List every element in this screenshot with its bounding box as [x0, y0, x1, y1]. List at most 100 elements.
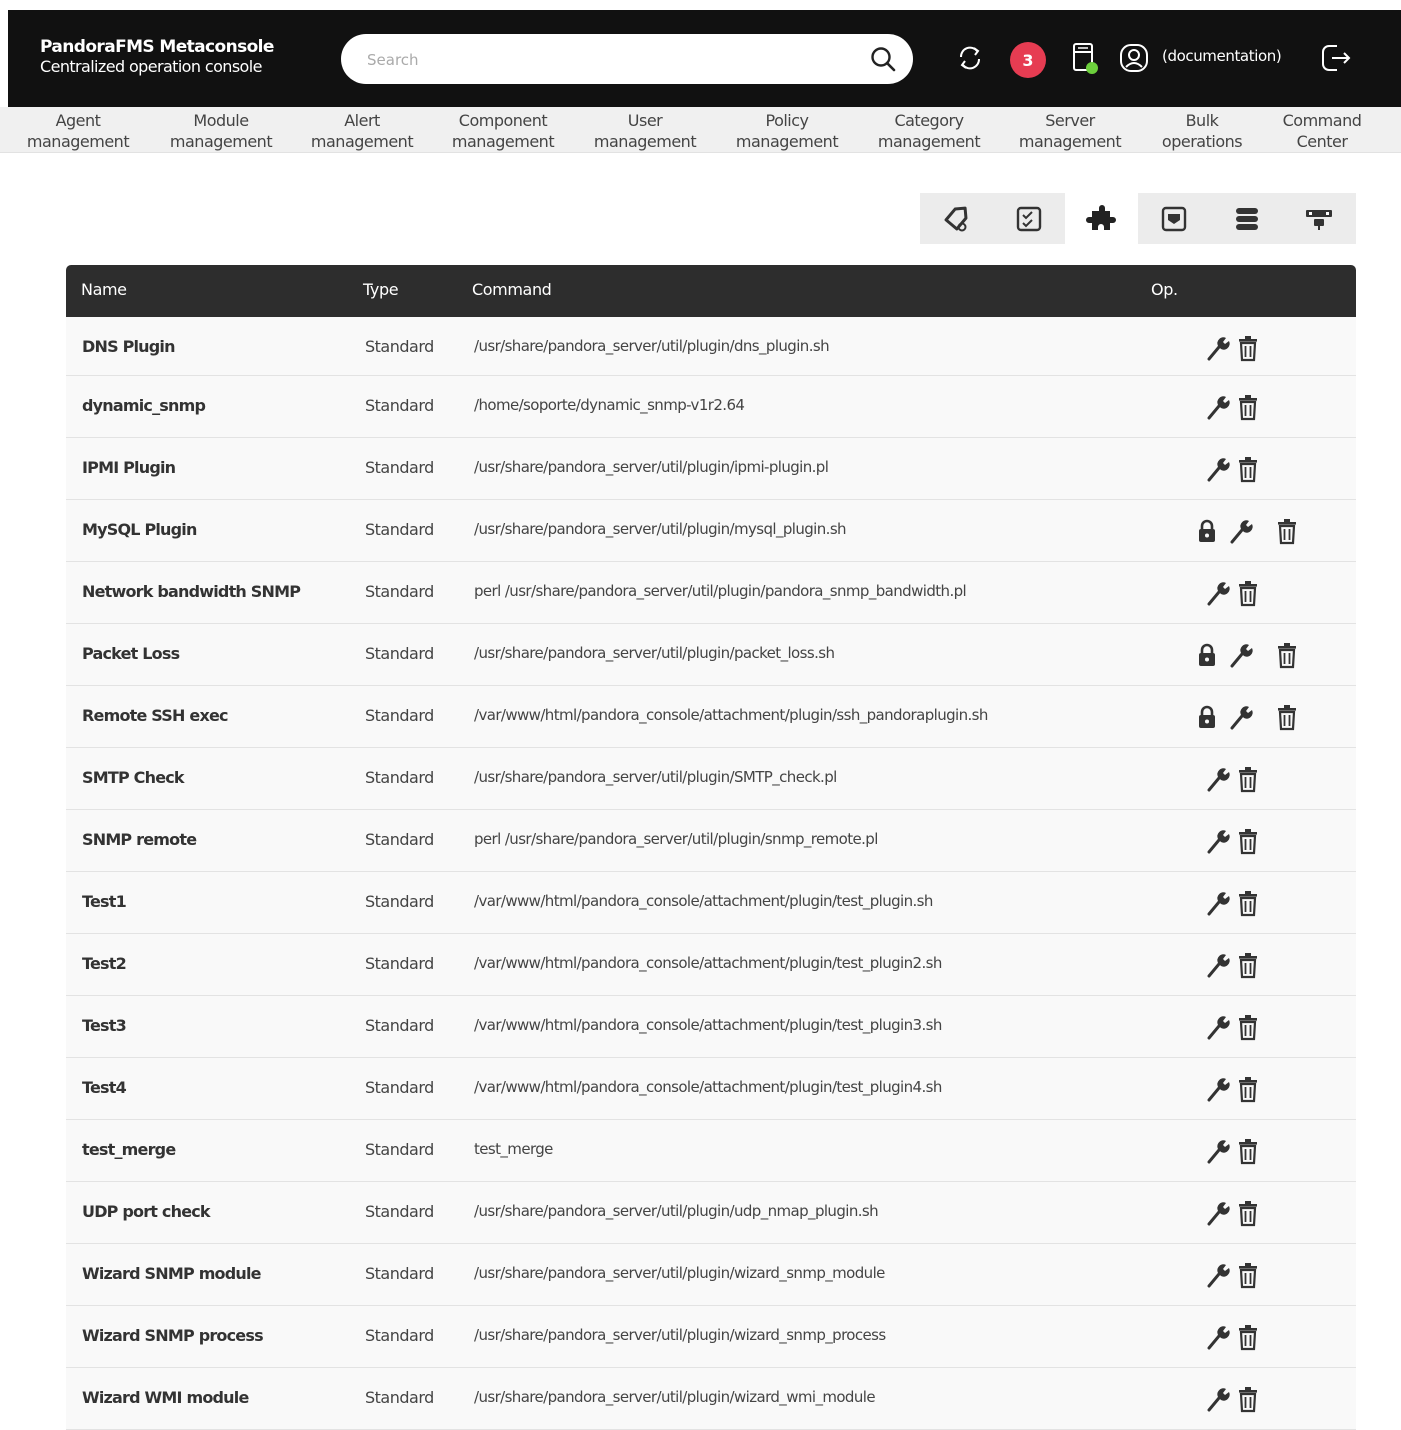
delete-trash-icon[interactable]	[1233, 949, 1263, 981]
username[interactable]: (documentation)	[1162, 47, 1282, 65]
table-row: Wizard SNMP module Standard/usr/share/pan…	[66, 1244, 1356, 1306]
edit-wrench-icon[interactable]	[1203, 825, 1233, 857]
col-header-command[interactable]: Command	[472, 280, 552, 299]
col-header-name[interactable]: Name	[81, 280, 127, 299]
edit-wrench-icon[interactable]	[1203, 1073, 1233, 1105]
brand[interactable]: PandoraFMS Metaconsole Centralized opera…	[40, 37, 274, 77]
table-row: MySQL Plugin Standard/usr/share/pandora_s…	[66, 500, 1356, 562]
edit-wrench-icon[interactable]	[1226, 701, 1256, 733]
edit-wrench-icon[interactable]	[1203, 1321, 1233, 1353]
delete-trash-icon[interactable]	[1233, 453, 1263, 485]
search-input[interactable]	[365, 46, 849, 74]
delete-trash-icon[interactable]	[1233, 825, 1263, 857]
notification-badge[interactable]: 3	[1010, 42, 1046, 78]
search-icon[interactable]	[869, 45, 897, 73]
nav-component-management[interactable]: Component management	[433, 110, 573, 152]
edit-wrench-icon[interactable]	[1226, 639, 1256, 671]
col-header-type[interactable]: Type	[363, 280, 399, 299]
plugin-type: Standard	[365, 830, 434, 849]
plugin-type: Standard	[365, 582, 434, 601]
plugin-type: Standard	[365, 1140, 434, 1159]
delete-trash-icon[interactable]	[1233, 763, 1263, 795]
tab-database-icon[interactable]	[1210, 193, 1283, 244]
user-icon[interactable]	[1116, 40, 1152, 76]
plugin-type: Standard	[365, 644, 434, 663]
edit-wrench-icon[interactable]	[1203, 1259, 1233, 1291]
tab-checklist-icon[interactable]	[993, 193, 1066, 244]
edit-wrench-icon[interactable]	[1203, 453, 1233, 485]
edit-wrench-icon[interactable]	[1203, 577, 1233, 609]
plugin-name[interactable]: Test1	[82, 892, 127, 911]
nav-bulk-operations[interactable]: Bulk operations	[1132, 110, 1272, 152]
plugin-name[interactable]: Packet Loss	[82, 644, 180, 663]
nav-policy-management[interactable]: Policy management	[717, 110, 857, 152]
edit-wrench-icon[interactable]	[1203, 1011, 1233, 1043]
plugin-name[interactable]: UDP port check	[82, 1202, 211, 1221]
plugin-name[interactable]: Wizard SNMP module	[82, 1264, 262, 1283]
plugin-name[interactable]: test_merge	[82, 1140, 176, 1159]
plugin-name[interactable]: Wizard SNMP process	[82, 1326, 264, 1345]
plugin-command: /usr/share/pandora_server/util/plugin/wi…	[474, 1326, 886, 1344]
tab-plugin-icon[interactable]	[1065, 193, 1138, 244]
edit-wrench-icon[interactable]	[1203, 1135, 1233, 1167]
nav-user-management[interactable]: User management	[575, 110, 715, 152]
delete-trash-icon[interactable]	[1233, 1011, 1263, 1043]
edit-wrench-icon[interactable]	[1203, 1383, 1233, 1415]
nav-label: Category	[894, 111, 964, 130]
row-operations	[1176, 1383, 1326, 1415]
server-status-icon[interactable]	[1066, 40, 1102, 76]
lock-icon	[1192, 515, 1222, 547]
delete-trash-icon[interactable]	[1233, 332, 1263, 364]
plugin-name[interactable]: MySQL Plugin	[82, 520, 197, 539]
delete-trash-icon[interactable]	[1233, 1383, 1263, 1415]
edit-wrench-icon[interactable]	[1203, 763, 1233, 795]
edit-wrench-icon[interactable]	[1203, 1197, 1233, 1229]
plugin-name[interactable]: dynamic_snmp	[82, 396, 206, 415]
edit-wrench-icon[interactable]	[1203, 887, 1233, 919]
plugin-name[interactable]: Remote SSH exec	[82, 706, 229, 725]
plugin-command: /usr/share/pandora_server/util/plugin/ud…	[474, 1202, 879, 1220]
nav-category-management[interactable]: Category management	[859, 110, 999, 152]
nav-module-management[interactable]: Module management	[151, 110, 291, 152]
edit-wrench-icon[interactable]	[1203, 391, 1233, 423]
plugin-name[interactable]: Test3	[82, 1016, 127, 1035]
delete-trash-icon[interactable]	[1272, 701, 1302, 733]
plugin-name[interactable]: SNMP remote	[82, 830, 197, 849]
edit-wrench-icon[interactable]	[1203, 949, 1233, 981]
delete-trash-icon[interactable]	[1233, 1073, 1263, 1105]
tab-network-icon[interactable]	[1283, 193, 1356, 244]
plugin-name[interactable]: Test4	[82, 1078, 127, 1097]
logout-icon[interactable]	[1318, 40, 1354, 76]
delete-trash-icon[interactable]	[1233, 577, 1263, 609]
plugin-name[interactable]: IPMI Plugin	[82, 458, 176, 477]
delete-trash-icon[interactable]	[1272, 515, 1302, 547]
plugin-name[interactable]: Test2	[82, 954, 127, 973]
nav-server-management[interactable]: Server management	[1000, 110, 1140, 152]
plugin-type: Standard	[365, 1264, 434, 1283]
row-operations	[1176, 1197, 1326, 1229]
delete-trash-icon[interactable]	[1233, 887, 1263, 919]
tab-inventory-icon[interactable]	[1138, 193, 1211, 244]
plugin-name[interactable]: Network bandwidth SNMP	[82, 582, 301, 601]
delete-trash-icon[interactable]	[1233, 1197, 1263, 1229]
edit-wrench-icon[interactable]	[1203, 332, 1233, 364]
plugin-command: /var/www/html/pandora_console/attachment…	[474, 1016, 942, 1034]
plugin-name[interactable]: SMTP Check	[82, 768, 185, 787]
nav-alert-management[interactable]: Alert management	[292, 110, 432, 152]
delete-trash-icon[interactable]	[1233, 1135, 1263, 1167]
row-operations	[1176, 825, 1326, 857]
delete-trash-icon[interactable]	[1233, 1321, 1263, 1353]
refresh-icon[interactable]	[952, 40, 988, 76]
plugin-name[interactable]: Wizard WMI module	[82, 1388, 249, 1407]
tab-tag-icon[interactable]	[920, 193, 993, 244]
nav-agent-management[interactable]: Agent management	[8, 110, 148, 152]
delete-trash-icon[interactable]	[1233, 391, 1263, 423]
nav-label: management	[451, 132, 555, 151]
plugin-command: /home/soporte/dynamic_snmp-v1r2.64	[474, 396, 745, 414]
delete-trash-icon[interactable]	[1272, 639, 1302, 671]
delete-trash-icon[interactable]	[1233, 1259, 1263, 1291]
edit-wrench-icon[interactable]	[1226, 515, 1256, 547]
nav-command-center[interactable]: Command Center	[1252, 110, 1392, 152]
plugin-name[interactable]: DNS Plugin	[82, 337, 176, 356]
nav-label: management	[593, 132, 697, 151]
